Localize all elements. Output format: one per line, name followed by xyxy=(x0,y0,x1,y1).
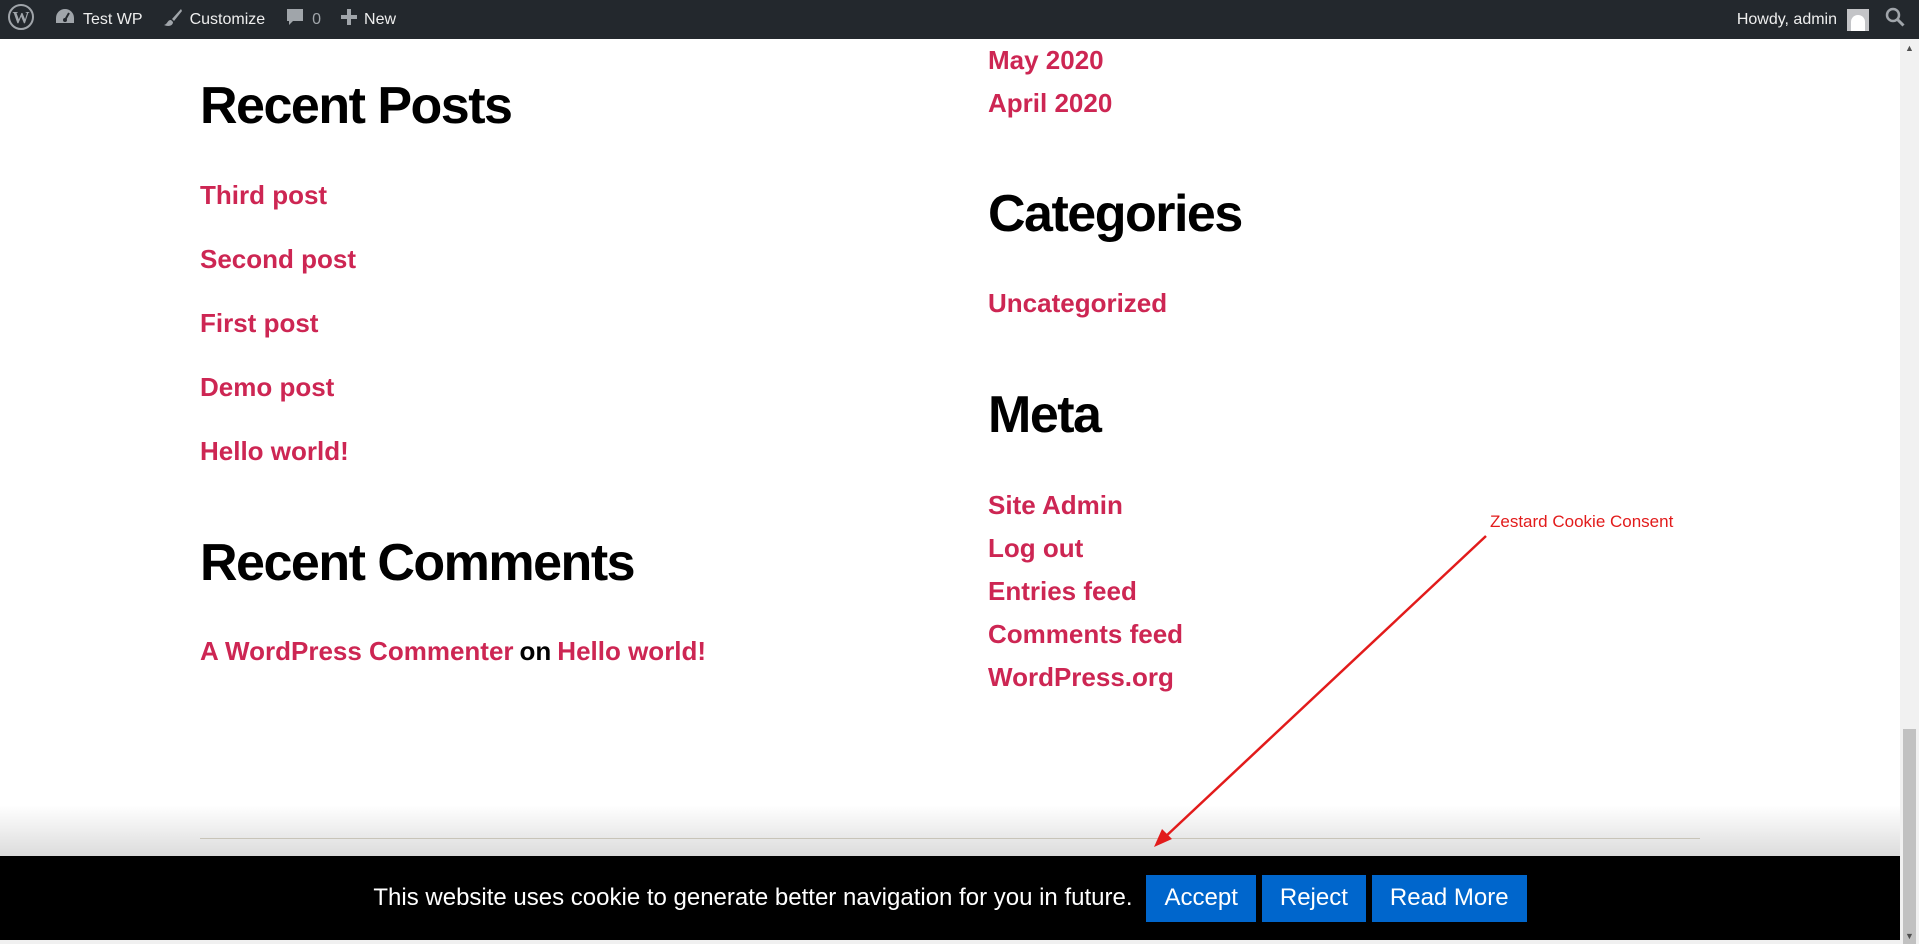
howdy-label: Howdy, admin xyxy=(1736,10,1837,28)
reject-button[interactable]: Reject xyxy=(1261,874,1366,922)
read-more-button[interactable]: Read More xyxy=(1371,874,1527,922)
scroll-down-arrow-icon[interactable]: ▼ xyxy=(1900,927,1919,944)
comment-post-link[interactable]: Hello world! xyxy=(557,636,706,667)
recent-post-link[interactable]: Demo post xyxy=(200,372,334,403)
scroll-up-arrow-icon[interactable]: ▲ xyxy=(1900,39,1919,56)
category-link[interactable]: Uncategorized xyxy=(988,288,1167,319)
recent-post-link[interactable]: Second post xyxy=(200,244,356,275)
accept-button[interactable]: Accept xyxy=(1146,874,1256,922)
new-label: New xyxy=(364,10,397,28)
comments-button[interactable]: 0 xyxy=(275,0,331,39)
cookie-message: This website uses cookie to generate bet… xyxy=(373,884,1133,911)
customize-button[interactable]: Customize xyxy=(153,0,276,39)
comment-bubble-icon xyxy=(285,7,305,32)
meta-link[interactable]: Comments feed xyxy=(988,619,1183,650)
recent-post-link[interactable]: First post xyxy=(200,308,318,339)
recent-post-link[interactable]: Hello world! xyxy=(200,436,349,467)
customize-label: Customize xyxy=(189,10,266,28)
meta-link[interactable]: Entries feed xyxy=(988,576,1137,607)
meta-link[interactable]: Log out xyxy=(988,533,1083,564)
wordpress-logo-icon: W xyxy=(8,4,34,35)
my-account-menu[interactable]: Howdy, admin xyxy=(1727,0,1879,39)
avatar xyxy=(1847,8,1869,31)
recent-comment-item: A WordPress Commenter on Hello world! xyxy=(200,636,706,667)
admin-bar-search-button[interactable] xyxy=(1879,0,1919,39)
scrollbar-thumb[interactable] xyxy=(1903,729,1916,944)
avatar-person-icon xyxy=(1851,14,1865,31)
comment-author-link[interactable]: A WordPress Commenter xyxy=(200,636,514,667)
plus-icon xyxy=(341,9,358,30)
recent-comments-title: Recent Comments xyxy=(200,534,636,592)
cookie-bar-shadow xyxy=(0,805,1900,857)
svg-text:W: W xyxy=(13,8,30,27)
new-content-button[interactable]: New xyxy=(331,0,406,39)
archive-link[interactable]: May 2020 xyxy=(988,45,1104,76)
page-scrollbar[interactable]: ▲ ▼ xyxy=(1900,39,1919,944)
dashboard-icon xyxy=(54,7,76,32)
site-name-label: Test WP xyxy=(83,10,143,28)
meta-link[interactable]: WordPress.org xyxy=(988,662,1174,693)
meta-link[interactable]: Site Admin xyxy=(988,490,1123,521)
recent-post-link[interactable]: Third post xyxy=(200,180,327,211)
search-icon xyxy=(1885,7,1905,32)
admin-bar-secondary: Howdy, admin xyxy=(1727,0,1919,39)
site-name-menu[interactable]: Test WP xyxy=(44,0,153,39)
wordpress-logo-button[interactable]: W xyxy=(0,0,44,39)
comment-on-text: on xyxy=(519,636,552,666)
page: W Test WP Customize 0 New Howdy, admin R… xyxy=(0,0,1919,944)
brush-icon xyxy=(163,7,183,32)
comments-count: 0 xyxy=(312,10,322,28)
archive-link[interactable]: April 2020 xyxy=(988,88,1112,119)
cookie-consent-bar: This website uses cookie to generate bet… xyxy=(0,856,1900,940)
bottom-strip xyxy=(0,940,1900,944)
meta-title: Meta xyxy=(988,386,1102,444)
admin-bar: W Test WP Customize 0 New Howdy, admin xyxy=(0,0,1919,39)
annotation-label: Zestard Cookie Consent xyxy=(1490,512,1674,531)
categories-title: Categories xyxy=(988,185,1243,243)
recent-posts-title: Recent Posts xyxy=(200,77,513,135)
